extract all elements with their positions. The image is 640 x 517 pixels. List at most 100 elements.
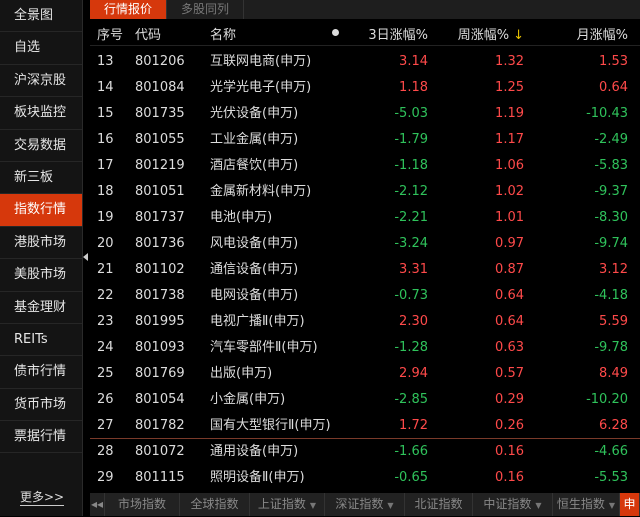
table-row[interactable]: 19 801737 电池(申万) -2.21 1.01 -8.30	[90, 205, 640, 231]
sidebar-item[interactable]: 交易数据	[0, 130, 82, 162]
bottom-tabs: ◂◂ 市场指数 全球指数 上证指数 ▼ 深证指数 ▼ 北证指数 中证指数 ▼ 恒生指数 ▼ 申	[90, 493, 640, 516]
sidebar-item[interactable]: 沪深京股	[0, 65, 82, 98]
table-row[interactable]: 26 801054 小金属(申万) -2.85 0.29 -10.20	[90, 387, 640, 413]
more-link[interactable]: 更多>>	[20, 489, 65, 506]
cell-name: 光学光电子(申万)	[210, 80, 312, 95]
cell-seq: 23	[97, 314, 114, 329]
cell-week: 1.19	[495, 106, 524, 121]
cell-seq: 16	[97, 132, 114, 147]
cell-month: -5.83	[594, 158, 628, 173]
cell-code: 801051	[135, 184, 185, 199]
cell-3day: -0.73	[394, 288, 428, 303]
table-row[interactable]: 16 801055 工业金属(申万) -1.79 1.17 -2.49	[90, 127, 640, 153]
cell-week: 1.06	[495, 158, 524, 173]
cell-week: 1.02	[495, 184, 524, 199]
cell-name: 光伏设备(申万)	[210, 106, 299, 121]
sidebar-item[interactable]: 货币市场	[0, 389, 82, 422]
sidebar-item[interactable]: 债市行情	[0, 356, 82, 389]
sidebar-item[interactable]: 板块监控	[0, 97, 82, 130]
col-week[interactable]: 周涨幅% ↓	[458, 24, 524, 43]
cell-week: 0.57	[495, 366, 524, 381]
table-row[interactable]: 24 801093 汽车零部件Ⅱ(申万) -1.28 0.63 -9.78	[90, 335, 640, 361]
cell-code: 801735	[135, 106, 185, 121]
table-row[interactable]: 23 801995 电视广播Ⅱ(申万) 2.30 0.64 5.59	[90, 309, 640, 335]
sidebar-item[interactable]: 新三板	[0, 162, 82, 195]
table-row[interactable]: 25 801769 出版(申万) 2.94 0.57 8.49	[90, 361, 640, 387]
bottom-tab[interactable]: 恒生指数 ▼	[553, 493, 620, 516]
cell-month: -4.18	[594, 288, 628, 303]
sidebar-item[interactable]: 全景图	[0, 0, 82, 33]
scroll-left-icon[interactable]: ◂◂	[90, 493, 105, 516]
table-row[interactable]: 20 801736 风电设备(申万) -3.24 0.97 -9.74	[90, 231, 640, 257]
table-row[interactable]: 15 801735 光伏设备(申万) -5.03 1.19 -10.43	[90, 101, 640, 127]
bottom-tab-label: 全球指数	[190, 497, 239, 511]
sidebar-item[interactable]: 指数行情	[0, 194, 82, 227]
table-row[interactable]: 21 801102 通信设备(申万) 3.31 0.87 3.12	[90, 257, 640, 283]
sidebar-item[interactable]: 港股市场	[0, 227, 82, 260]
sidebar-item[interactable]: 自选	[0, 32, 82, 65]
bottom-tab[interactable]: 上证指数 ▼	[250, 493, 325, 516]
col-name[interactable]: 名称	[210, 24, 236, 43]
table-row[interactable]: 22 801738 电网设备(申万) -0.73 0.64 -4.18	[90, 283, 640, 309]
col-seq[interactable]: 序号	[97, 24, 123, 43]
bottom-tab-label: 深证指数	[335, 497, 384, 511]
bottom-tab[interactable]: 中证指数 ▼	[473, 493, 553, 516]
cell-3day: -1.79	[394, 132, 428, 147]
cell-seq: 24	[97, 340, 114, 355]
dot-icon[interactable]	[332, 29, 339, 36]
bottom-tab[interactable]: 全球指数	[180, 493, 250, 516]
table-row[interactable]: 17 801219 酒店餐饮(申万) -1.18 1.06 -5.83	[90, 153, 640, 179]
sidebar-item[interactable]: REITs	[0, 324, 82, 357]
table-row[interactable]: 29 801115 照明设备Ⅱ(申万) -0.65 0.16 -5.53	[90, 465, 640, 491]
cell-week: 0.16	[495, 444, 524, 459]
cell-3day: 2.30	[399, 314, 428, 329]
col-code[interactable]: 代码	[135, 24, 161, 43]
bottom-tab-label: 北证指数	[414, 497, 463, 511]
sidebar: 全景图 自选 沪深京股 板块监控 交易数据 新三板 指数行情 港股市场 美股市场 基金理财 REIT…	[0, 0, 83, 516]
cell-month: 0.64	[599, 80, 628, 95]
bottom-tab[interactable]: 申	[620, 493, 640, 516]
cell-3day: -2.21	[394, 210, 428, 225]
cell-3day: -0.65	[394, 470, 428, 485]
cell-month: -9.37	[594, 184, 628, 199]
cell-code: 801737	[135, 210, 185, 225]
cell-week: 0.63	[495, 340, 524, 355]
cell-3day: -2.85	[394, 392, 428, 407]
collapse-sidebar-icon[interactable]	[83, 253, 88, 261]
sidebar-item[interactable]: 票据行情	[0, 421, 82, 454]
cell-seq: 18	[97, 184, 114, 199]
cell-week: 1.25	[495, 80, 524, 95]
cell-code: 801115	[135, 470, 185, 485]
cell-seq: 26	[97, 392, 114, 407]
cell-name: 照明设备Ⅱ(申万)	[210, 470, 305, 485]
col-3day[interactable]: 3日涨幅%	[368, 24, 428, 43]
bottom-tab[interactable]: 深证指数 ▼	[325, 493, 405, 516]
table-row[interactable]: 13 801206 互联网电商(申万) 3.14 1.32 1.53	[90, 49, 640, 75]
cell-week: 0.64	[495, 314, 524, 329]
bottom-tab-label: 申	[623, 497, 636, 511]
sidebar-item[interactable]: 基金理财	[0, 292, 82, 324]
cell-code: 801054	[135, 392, 185, 407]
table-row[interactable]: 18 801051 金属新材料(申万) -2.12 1.02 -9.37	[90, 179, 640, 205]
cell-month: 5.59	[599, 314, 628, 329]
bottom-tab[interactable]: 市场指数	[105, 493, 180, 516]
bottom-tab[interactable]: 北证指数	[405, 493, 473, 516]
cell-seq: 15	[97, 106, 114, 121]
cell-month: 3.12	[599, 262, 628, 277]
cell-3day: 1.18	[399, 80, 428, 95]
sidebar-item[interactable]: 美股市场	[0, 259, 82, 292]
bottom-tab-label: 恒生指数	[556, 497, 605, 511]
tab[interactable]: 多股同列	[167, 0, 245, 19]
cell-code: 801084	[135, 80, 185, 95]
cell-code: 801995	[135, 314, 185, 329]
table-row[interactable]: 14 801084 光学光电子(申万) 1.18 1.25 0.64	[90, 75, 640, 101]
cell-seq: 20	[97, 236, 114, 251]
cell-week: 1.01	[495, 210, 524, 225]
table-row[interactable]: 28 801072 通用设备(申万) -1.66 0.16 -4.66	[90, 439, 640, 465]
tab[interactable]: 行情报价	[90, 0, 168, 19]
cell-week: 0.64	[495, 288, 524, 303]
bottom-tab-label: 上证指数	[257, 497, 306, 511]
cell-name: 电池(申万)	[210, 210, 273, 225]
table-row[interactable]: 27 801782 国有大型银行Ⅱ(申万) 1.72 0.26 6.28	[90, 413, 640, 439]
col-month[interactable]: 月涨幅%	[577, 24, 628, 43]
